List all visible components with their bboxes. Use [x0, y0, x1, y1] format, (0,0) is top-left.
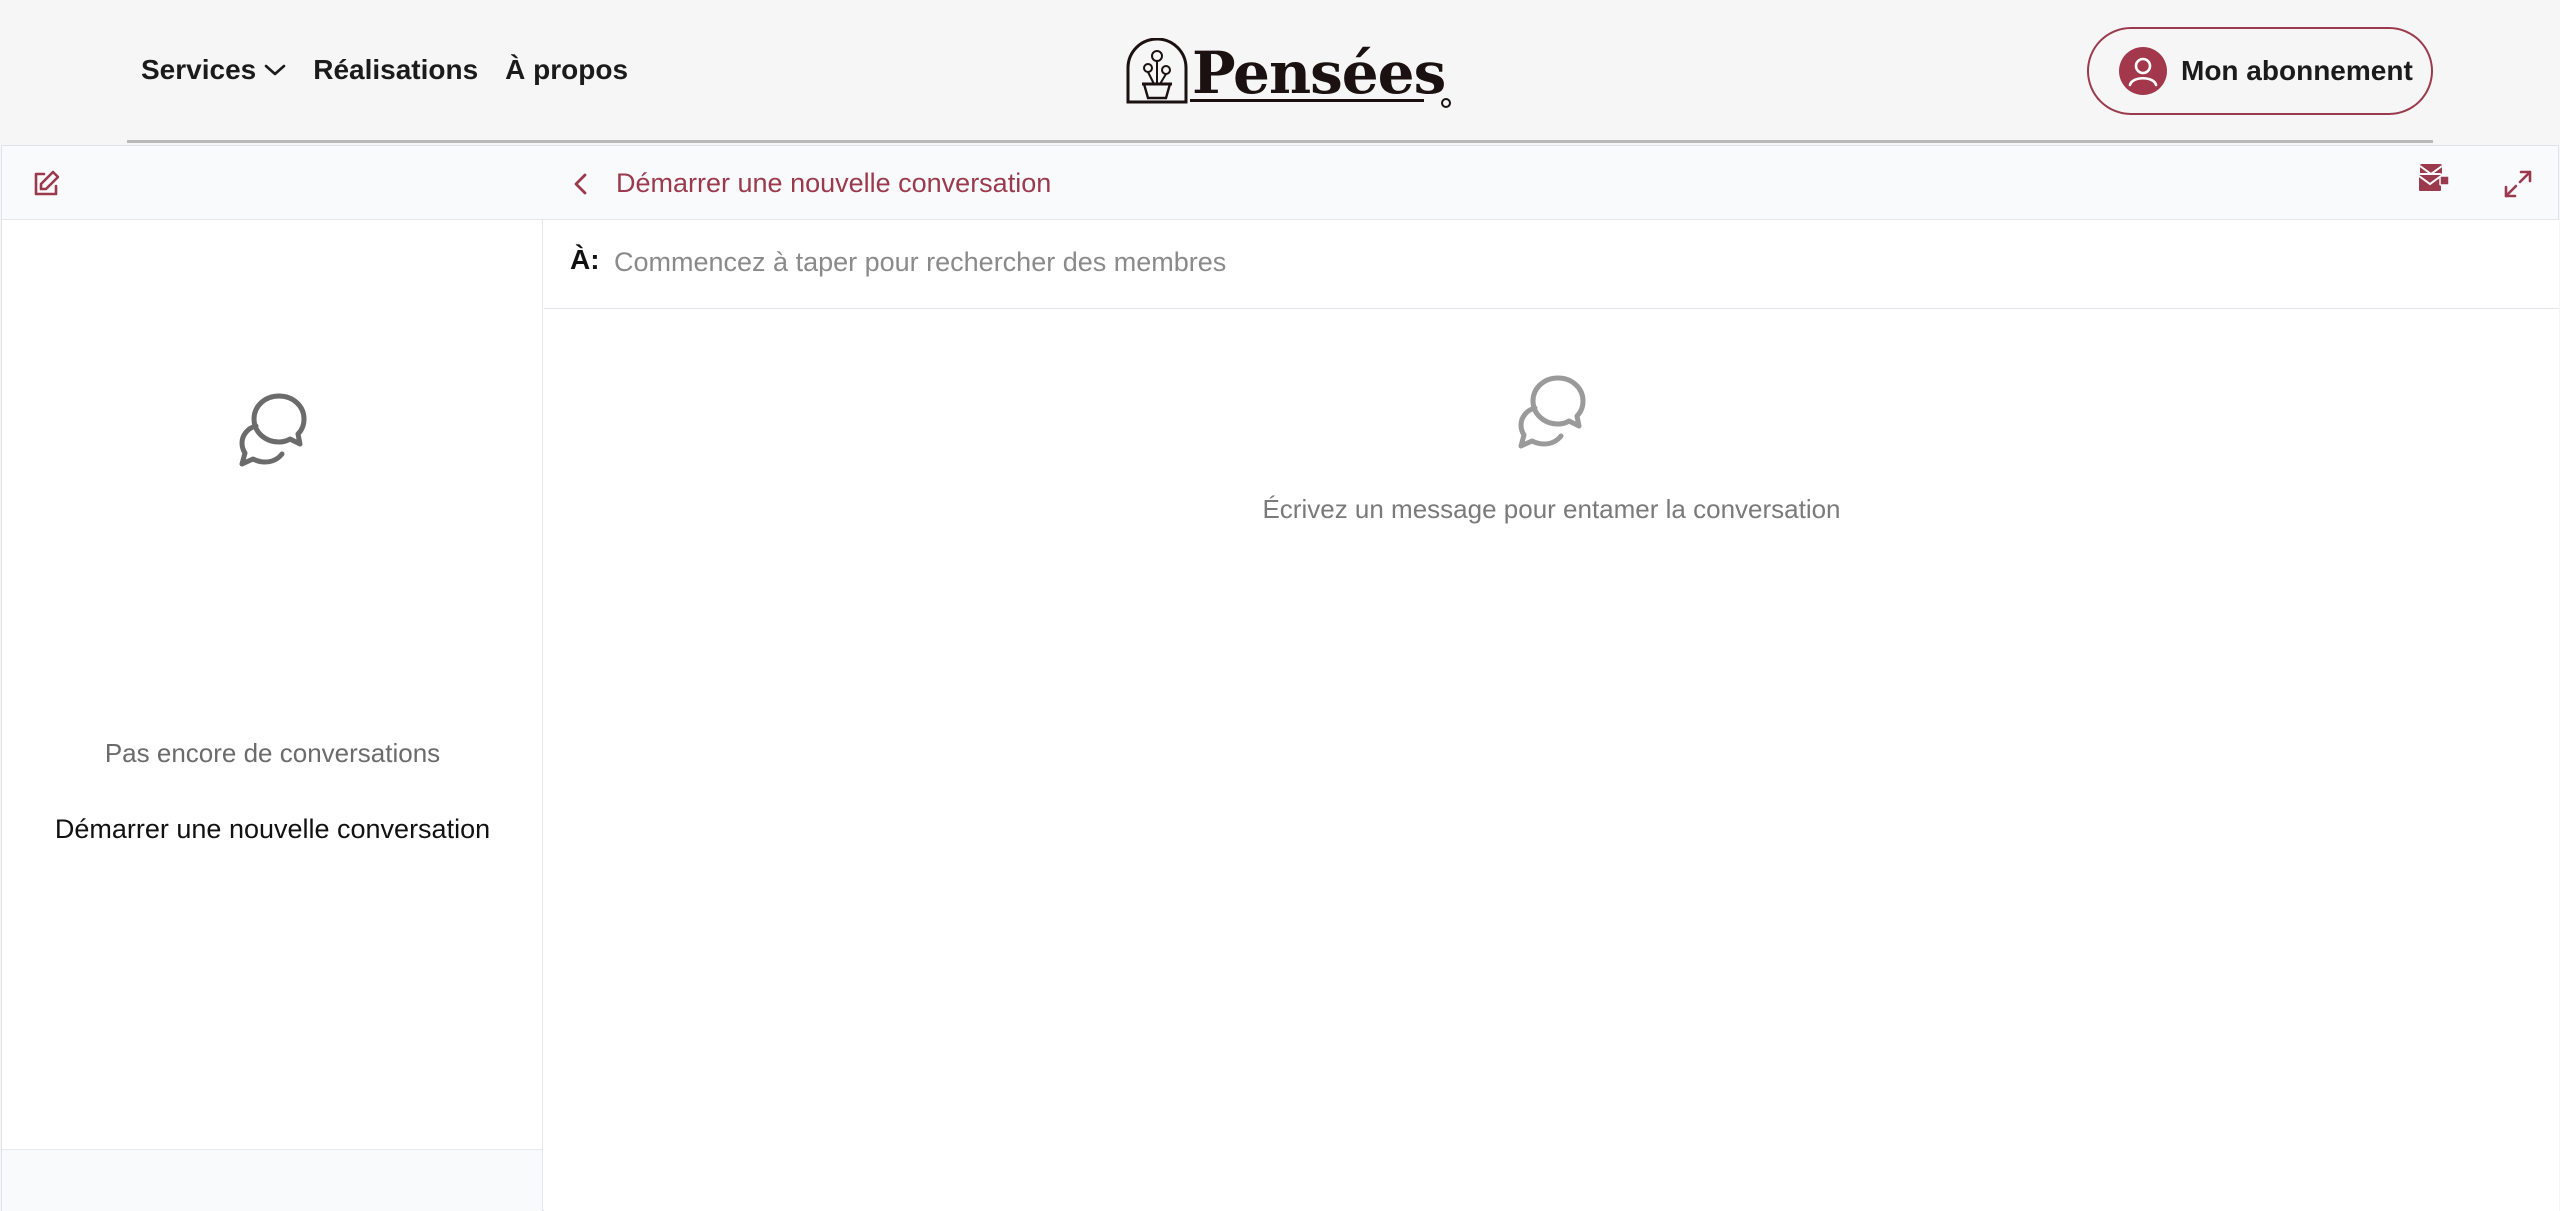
nav-a-propos[interactable]: À propos [505, 54, 628, 86]
logo-underline [1190, 99, 1424, 102]
start-conversation-link[interactable]: Démarrer une nouvelle conversation [2, 814, 543, 845]
main-nav: Services Réalisations À propos [141, 50, 655, 90]
edit-icon[interactable] [30, 168, 62, 200]
user-icon [2128, 57, 2158, 87]
conversation-list: Pas encore de conversations Démarrer une… [2, 220, 543, 1211]
conversation-title: Démarrer une nouvelle conversation [616, 168, 1052, 198]
header-divider [127, 140, 2433, 143]
expand-icon[interactable] [2502, 168, 2534, 200]
nav-services-label: Services [141, 54, 257, 85]
messaging-topbar: Démarrer une nouvelle conversation [2, 146, 2558, 220]
logo-wordmark: Pensées [1192, 39, 1446, 107]
chevron-left-icon[interactable] [568, 170, 594, 198]
nav-services[interactable]: Services [141, 54, 286, 86]
recipient-label: À: [570, 244, 600, 275]
recipient-search-input[interactable] [614, 238, 2514, 286]
site-header: Services Réalisations À propos Pensées M… [0, 0, 2560, 144]
sidebar-footer [2, 1149, 542, 1211]
subscription-button[interactable]: Mon abonnement [2087, 27, 2433, 115]
chevron-down-icon [264, 64, 286, 76]
logo-dot [1441, 98, 1452, 108]
nav-realisations[interactable]: Réalisations [313, 54, 478, 86]
flower-pot-logo-icon [1126, 38, 1188, 104]
avatar [2119, 47, 2167, 95]
chat-bubbles-icon [1518, 375, 1586, 449]
empty-conversations-text: Pas encore de conversations [104, 738, 441, 768]
site-logo[interactable]: Pensées [1124, 34, 1452, 108]
nav-a-propos-label: À propos [505, 54, 629, 85]
recipient-row: À: [544, 220, 2559, 309]
chat-bubbles-icon [239, 393, 307, 467]
subscription-label: Mon abonnement [2181, 55, 2413, 86]
conversation-pane: À: Écrivez un message pour entamer la co… [544, 220, 2559, 1211]
inbox-icon[interactable] [2414, 160, 2452, 198]
messaging-panel: Démarrer une nouvelle conversation Pas e… [1, 145, 2559, 1211]
empty-conversation-text: Écrivez un message pour entamer la conve… [1262, 494, 1841, 524]
nav-realisations-label: Réalisations [313, 54, 479, 85]
